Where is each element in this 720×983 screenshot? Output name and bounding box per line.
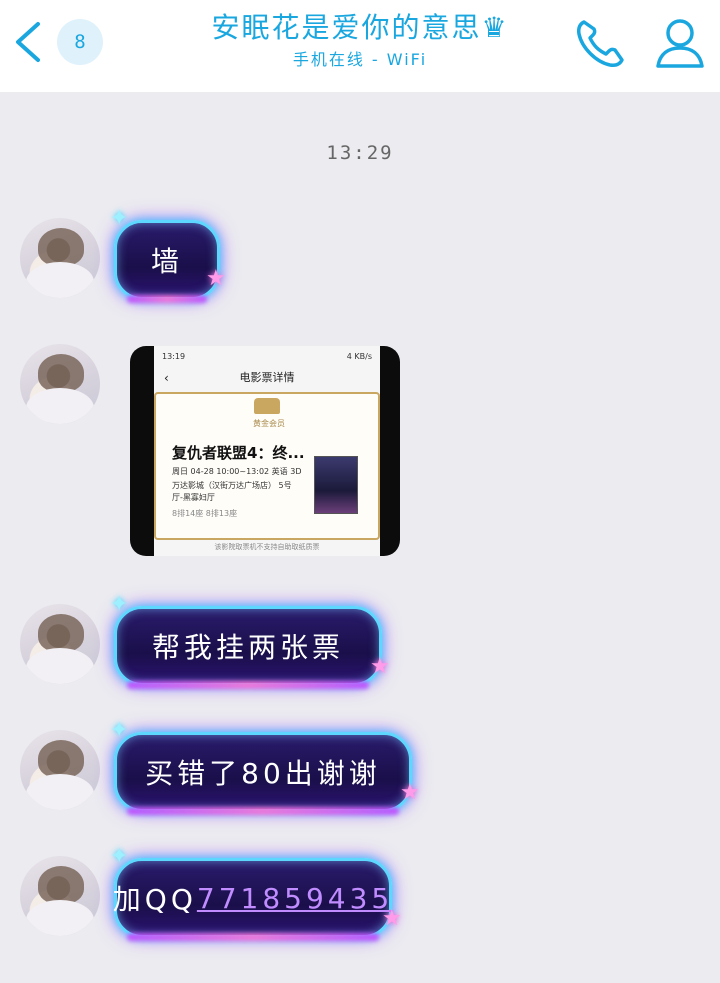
- message-bubble[interactable]: 墙: [114, 220, 220, 300]
- member-badge: 黄金会员: [253, 419, 285, 428]
- chevron-left-icon: ‹: [164, 371, 169, 385]
- message-text: 帮我挂两张票: [151, 631, 344, 664]
- showtime: 周日 04-28 10:00~13:02 英语 3D: [172, 467, 302, 476]
- contact-name: 安眠花是爱你的意思♛: [211, 11, 509, 44]
- call-button[interactable]: [574, 16, 628, 70]
- star-icon: ★: [382, 906, 402, 931]
- chat-header: 8 安眠花是爱你的意思♛ 手机在线 - WiFi: [0, 0, 720, 92]
- message-text: 墙: [150, 245, 183, 278]
- message-timestamp: 13:29: [326, 142, 394, 164]
- profile-button[interactable]: [654, 16, 706, 70]
- message-bubble[interactable]: 买错了80出谢谢: [114, 732, 412, 812]
- movie-poster: [314, 456, 358, 514]
- message-bubble[interactable]: 加QQ 771859435: [112, 858, 393, 938]
- cinema: 万达影城（汉街万达广场店） 5号: [172, 481, 292, 490]
- phone-icon: [577, 20, 624, 67]
- image-message[interactable]: 13:19 4 KB/s ‹ 电影票详情 黄金会员 复仇者联盟4：终... 周日…: [130, 346, 400, 556]
- avatar[interactable]: [20, 218, 100, 298]
- qq-number-link[interactable]: 771859435: [197, 882, 393, 915]
- star-icon: ★: [206, 266, 226, 291]
- chevron-left-icon: [16, 22, 40, 62]
- star-icon: ★: [400, 780, 420, 805]
- message-bubble[interactable]: 帮我挂两张票: [114, 606, 382, 686]
- unread-count-badge[interactable]: 8: [57, 19, 103, 65]
- screenshot-status-bar: 13:19 4 KB/s: [154, 346, 380, 366]
- ticket-screenshot: 13:19 4 KB/s ‹ 电影票详情 黄金会员 复仇者联盟4：终... 周日…: [154, 346, 380, 556]
- screenshot-speed: 4 KB/s: [346, 352, 372, 361]
- user-icon: [656, 19, 704, 68]
- seats: 8排14座 8排13座: [172, 509, 238, 518]
- ticket-card: 黄金会员 复仇者联盟4：终... 周日 04-28 10:00~13:02 英语…: [154, 392, 380, 540]
- avatar[interactable]: [20, 730, 100, 810]
- sparkle-icon: ✦: [110, 206, 129, 231]
- screenshot-nav: ‹ 电影票详情: [154, 366, 380, 390]
- sparkle-icon: ✦: [110, 592, 129, 617]
- screenshot-footer: 该影院取票机不支持自助取纸质票: [214, 543, 320, 551]
- back-button[interactable]: [10, 20, 46, 64]
- screenshot-time: 13:19: [162, 352, 186, 361]
- online-status: 手机在线 - WiFi: [292, 50, 428, 69]
- hall: 厅-黑寡妇厅: [172, 493, 215, 502]
- star-icon: ★: [370, 654, 390, 679]
- sparkle-icon: ✦: [110, 718, 129, 743]
- movie-title: 复仇者联盟4：终...: [172, 444, 305, 462]
- avatar[interactable]: [20, 604, 100, 684]
- chat-title-block[interactable]: 安眠花是爱你的意思♛ 手机在线 - WiFi: [150, 8, 570, 72]
- avatar[interactable]: [20, 344, 100, 424]
- message-text-prefix: 加QQ: [112, 883, 197, 916]
- sparkle-icon: ✦: [110, 844, 129, 869]
- screenshot-nav-title: 电影票详情: [239, 371, 295, 384]
- crown-icon: [254, 398, 280, 414]
- avatar[interactable]: [20, 856, 100, 936]
- message-text: 买错了80出谢谢: [145, 757, 381, 790]
